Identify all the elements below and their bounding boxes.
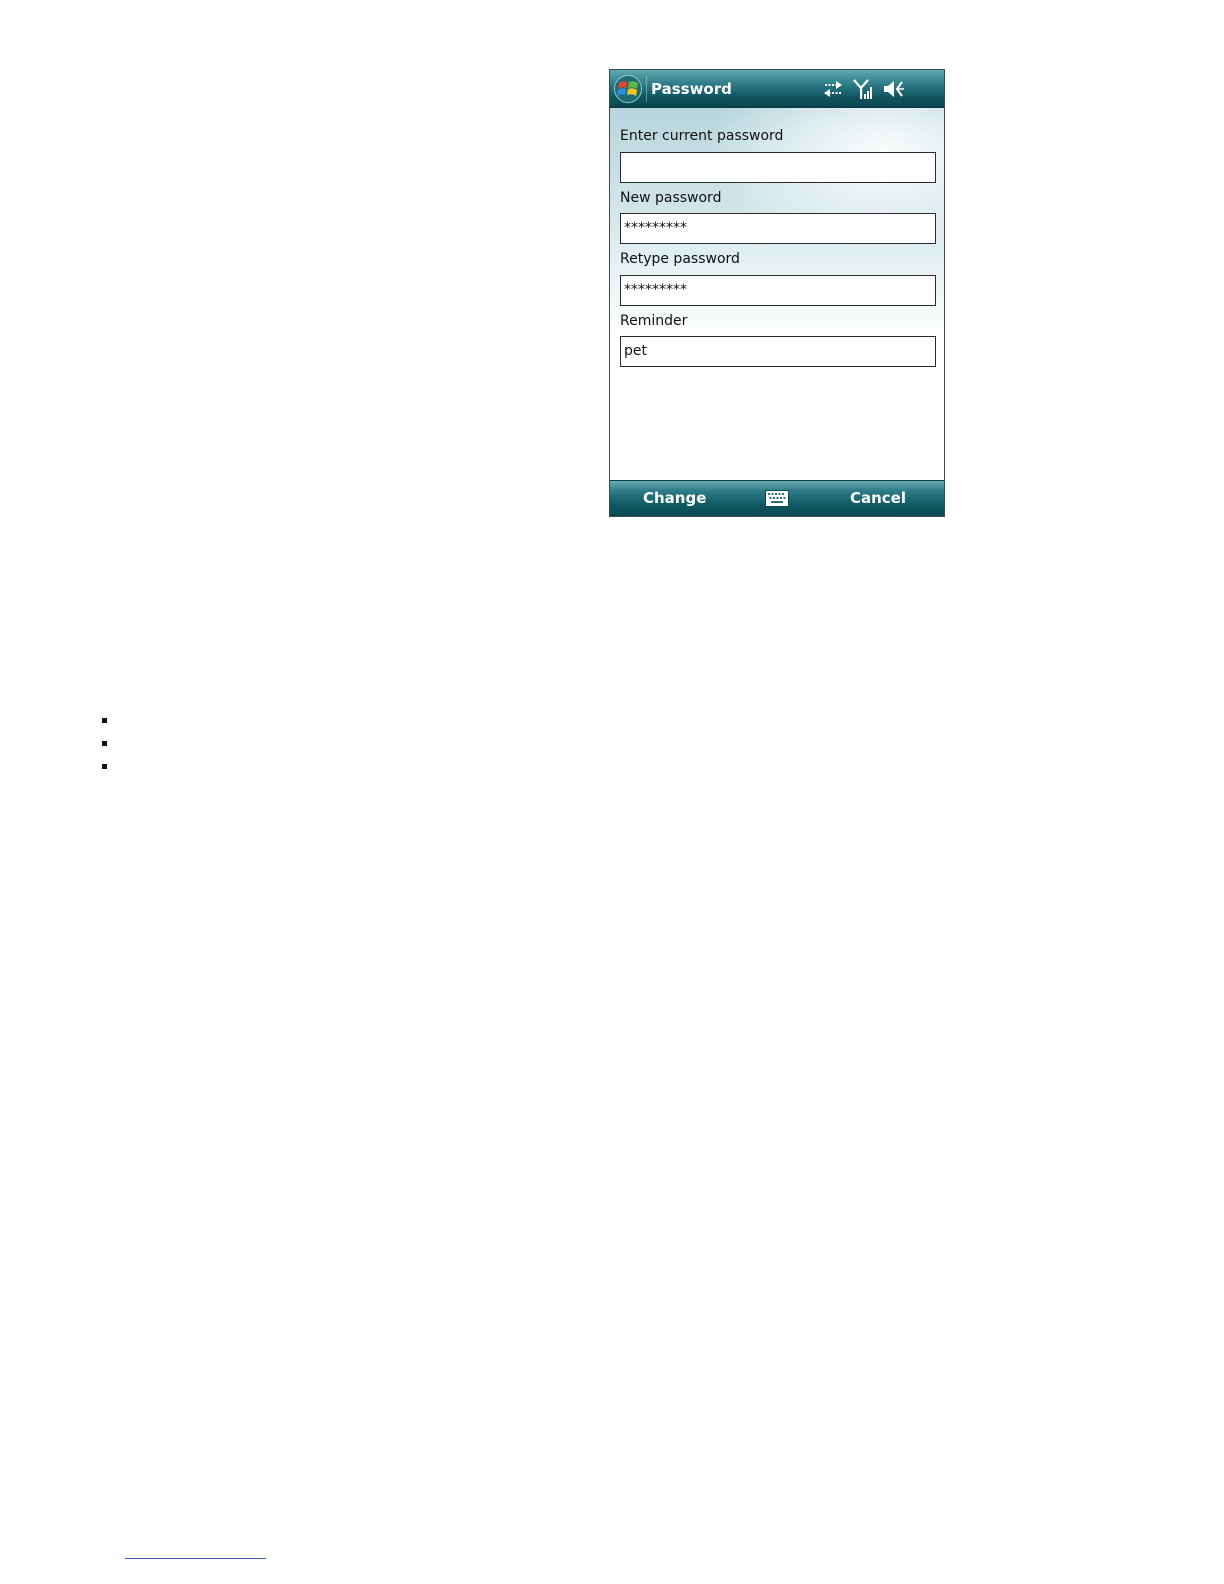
new-password-field[interactable]: ********* xyxy=(620,213,936,244)
new-password-label: New password xyxy=(620,190,722,206)
current-password-field[interactable] xyxy=(620,152,936,183)
sync-arrows-icon[interactable] xyxy=(822,79,844,99)
reminder-label: Reminder xyxy=(620,313,688,329)
cancel-softkey[interactable]: Cancel xyxy=(850,488,906,508)
status-icons xyxy=(822,78,906,100)
signal-strength-icon[interactable] xyxy=(852,78,874,100)
soft-key-bar: Change Cancel xyxy=(610,480,944,516)
window-title: Password xyxy=(651,80,732,98)
retype-password-label: Retype password xyxy=(620,251,740,267)
list-bullet xyxy=(102,741,107,746)
device-screen: Password Enter current password New pass… xyxy=(609,69,945,517)
title-bar: Password xyxy=(610,70,944,108)
password-form: Enter current password New password ****… xyxy=(610,108,944,482)
footnote-separator xyxy=(125,1558,266,1559)
retype-password-field[interactable]: ********* xyxy=(620,275,936,306)
windows-flag-icon[interactable] xyxy=(613,74,643,104)
title-divider xyxy=(646,76,647,102)
change-softkey[interactable]: Change xyxy=(643,488,706,508)
speaker-muted-icon[interactable] xyxy=(882,79,906,99)
current-password-label: Enter current password xyxy=(620,128,784,144)
list-bullet xyxy=(102,764,107,769)
list-bullet xyxy=(102,718,107,723)
keyboard-icon[interactable] xyxy=(765,490,789,507)
reminder-field[interactable]: pet xyxy=(620,336,936,367)
